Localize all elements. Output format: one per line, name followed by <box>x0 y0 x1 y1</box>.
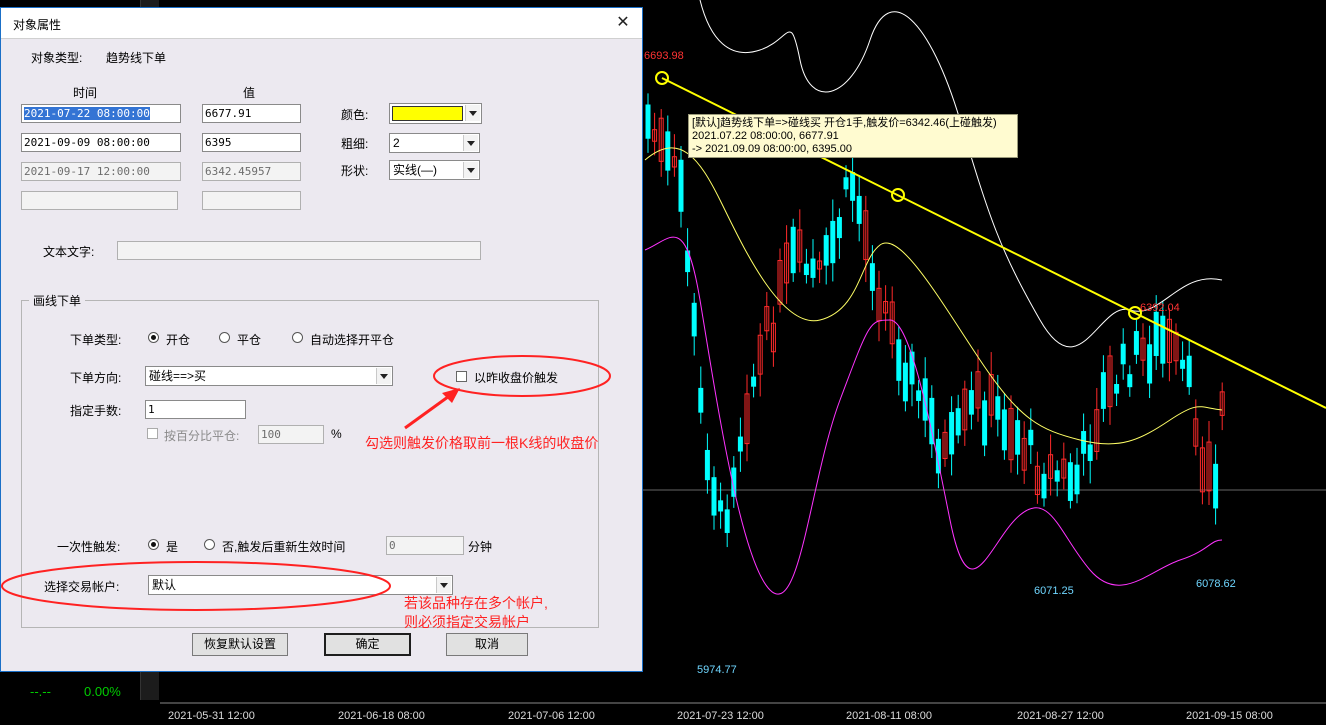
prev-close-highlight-ellipse <box>433 355 611 397</box>
annotation-arrow-shaft <box>404 392 453 430</box>
account-highlight-ellipse <box>1 561 391 611</box>
prev-close-note: 勾选则触发价格取前一根K线的收盘价 <box>365 435 599 451</box>
annotation-layer <box>1 355 611 611</box>
account-note-line-2: 则必须指定交易帐户 <box>404 614 530 630</box>
account-note-line-1: 若该品种存在多个帐户, <box>404 595 548 611</box>
